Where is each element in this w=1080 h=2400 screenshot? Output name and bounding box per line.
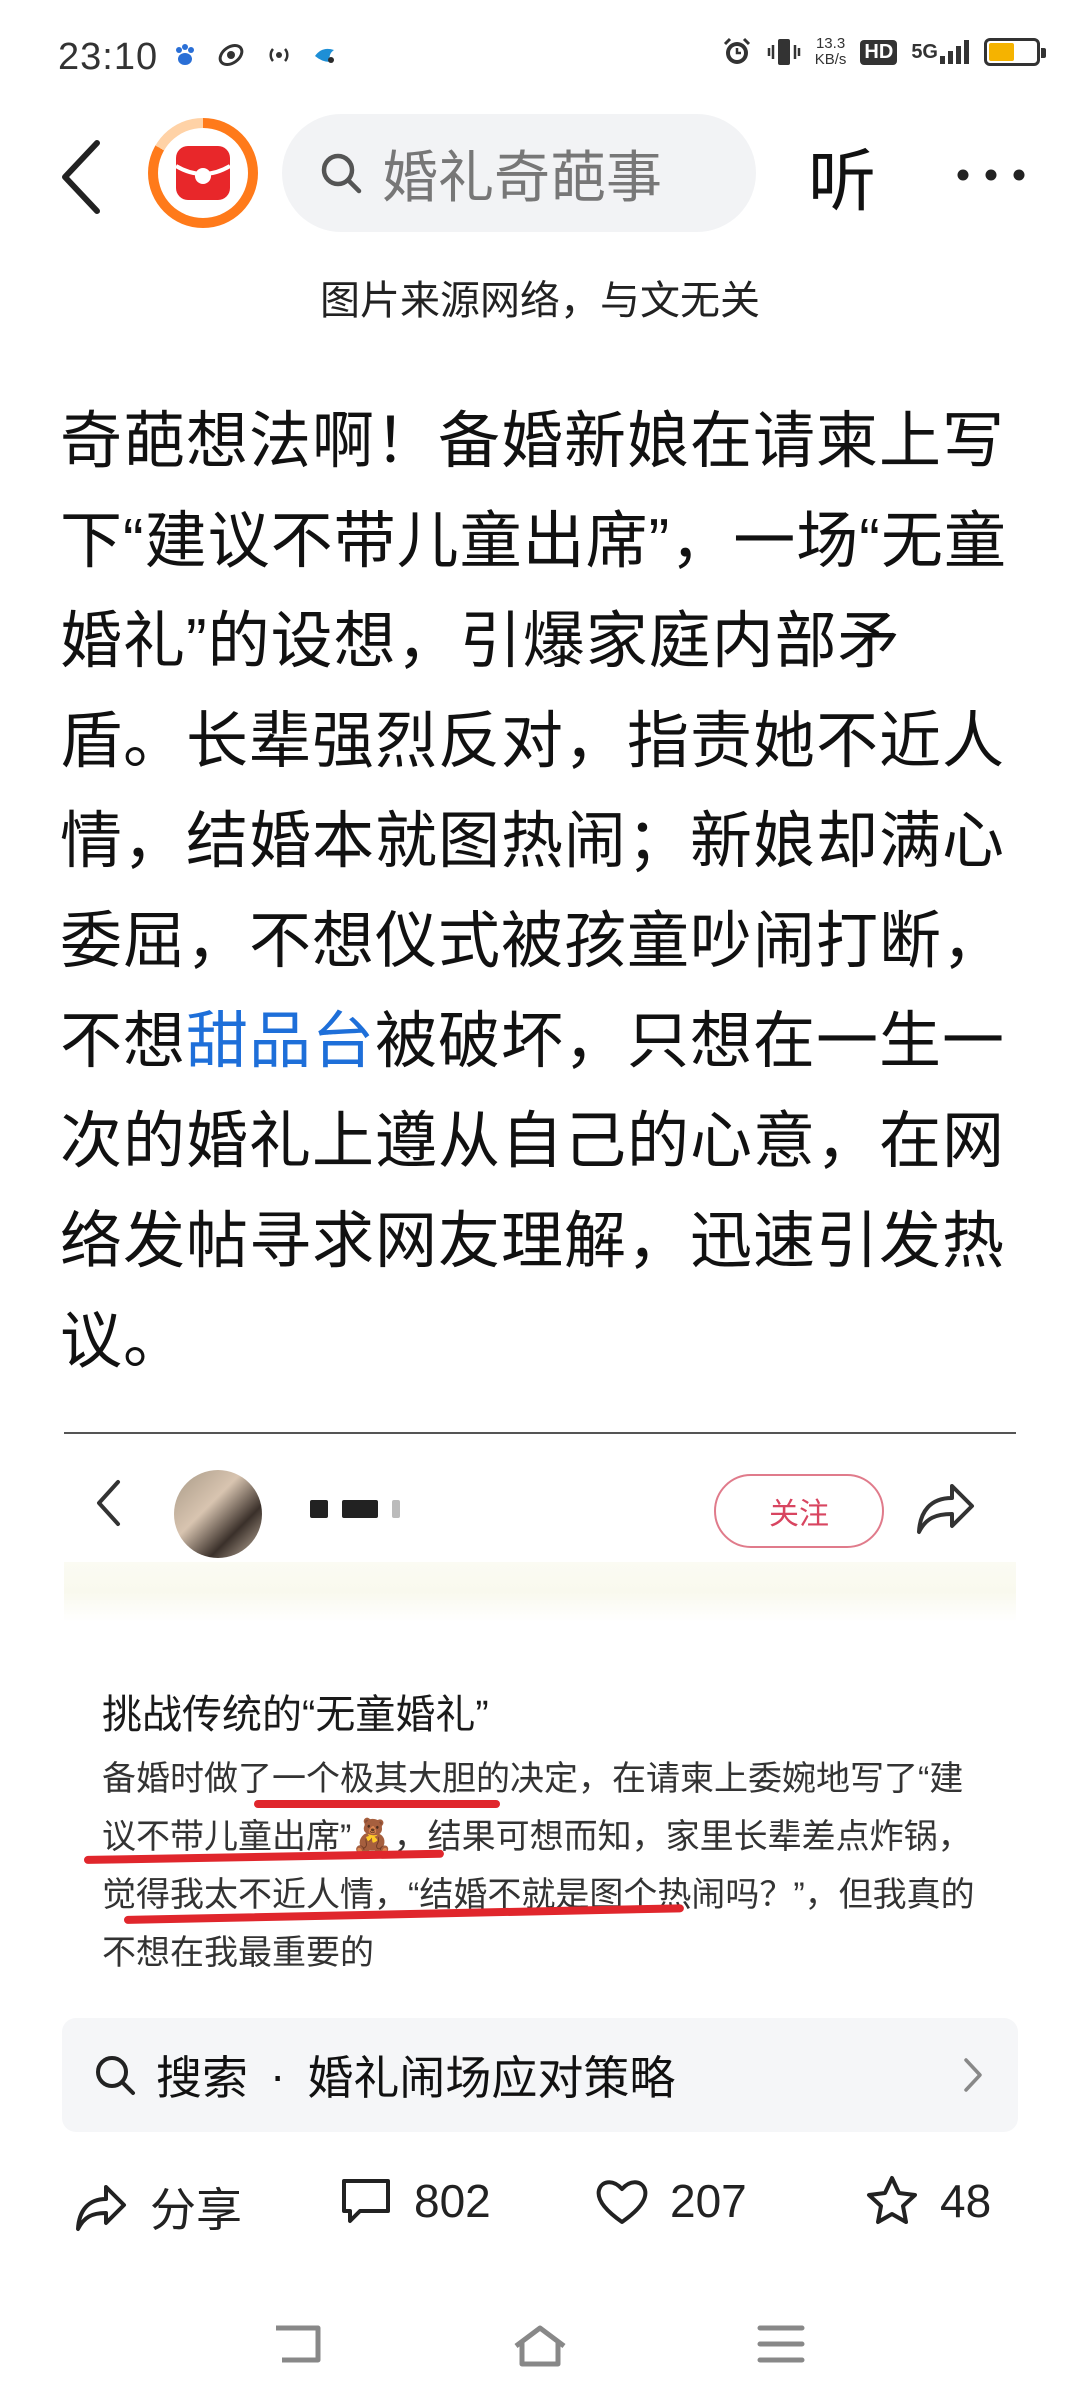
signal-indicator: 5G [911, 40, 970, 64]
chevron-left-icon [62, 140, 100, 214]
red-envelope-icon [174, 146, 232, 200]
embedded-post-body: 备婚时做了一个极其大胆的决定，在请柬上委婉地写了“建议不带儿童出席”🧸，结果可想… [102, 1760, 975, 1972]
share-arrow-icon [917, 1484, 974, 1534]
paw-icon [176, 44, 194, 65]
search-icon [96, 2056, 135, 2095]
status-time: 23:10 [58, 36, 159, 78]
app-notification-icon [218, 43, 244, 67]
article-body: 奇葩想法啊！备婚新娘在请柬上写下“建议不带儿童出席”，一场“无童婚礼”的设想，引… [60, 392, 1020, 1392]
search-icon [321, 153, 362, 194]
battery-tip [1041, 48, 1046, 58]
status-notification-icons [172, 40, 338, 70]
battery-icon [984, 38, 1046, 66]
back-nav-icon[interactable] [272, 2322, 328, 2366]
embedded-follow-button: 关注 [714, 1474, 884, 1548]
embedded-banner-strip [64, 1562, 1016, 1622]
embedded-post-image[interactable]: 关注 挑战传统的“无童婚礼” 备婚时做了一个极其大胆的决定，在请柬上委婉地写了“… [64, 1432, 1016, 2012]
network-speed: 13.3 KB/s [815, 36, 847, 68]
embedded-back-icon [94, 1478, 122, 1533]
image-source-caption: 图片来源网络，与文无关 [320, 279, 760, 323]
status-system-icons: 13.3 KB/s HD 5G [721, 36, 1046, 68]
share-button[interactable]: 分享 [74, 2174, 242, 2240]
more-options-button[interactable] [946, 130, 1036, 220]
chevron-right-icon [964, 2058, 982, 2092]
menu-nav-icon[interactable] [756, 2322, 806, 2366]
heart-icon [596, 2180, 648, 2224]
signal-bars-icon [940, 40, 969, 64]
embedded-avatar [174, 1470, 262, 1558]
share-icon [76, 2185, 126, 2231]
hd-badge: HD [860, 39, 898, 65]
post-action-bar: 分享 802 207 48 [0, 2150, 1080, 2260]
comment-icon [342, 2179, 390, 2223]
system-navigation-bar [0, 2290, 1080, 2400]
chevron-left-icon [97, 1480, 120, 1526]
star-icon [867, 2176, 917, 2224]
status-bar: 23:10 13.3 KB/s HD 5G [0, 0, 1080, 110]
search-suggestion-bar[interactable]: 搜索 · 婚礼闹场应对策略 [62, 2018, 1018, 2132]
favorite-button[interactable]: 48 [864, 2174, 991, 2228]
alarm-icon [723, 37, 750, 64]
network-speed-unit: KB/s [814, 51, 847, 68]
more-dots-icon [957, 169, 1025, 181]
comment-button[interactable]: 802 [338, 2174, 491, 2228]
article-text-part-1: 奇葩想法啊！备婚新娘在请柬上写下“建议不带儿童出席”，一场“无童婚礼”的设想，引… [60, 407, 1007, 1076]
network-type: 5G [911, 41, 938, 63]
like-count: 207 [670, 2175, 747, 2227]
search-suggestion-separator: · [270, 2049, 286, 2101]
comment-count: 802 [414, 2175, 491, 2227]
share-label: 分享 [150, 2184, 242, 2236]
search-input[interactable]: 婚礼奇葩事 [282, 114, 756, 232]
embedded-post-title: 挑战传统的“无童婚礼” [102, 1693, 489, 1737]
embedded-share-icon [914, 1478, 978, 1543]
search-suggestion-term: 婚礼闹场应对策略 [307, 2052, 676, 2104]
app-logo-button[interactable] [148, 118, 258, 228]
search-query-text: 婚礼奇葩事 [382, 145, 662, 209]
like-button[interactable]: 207 [594, 2174, 747, 2228]
app-logo [158, 128, 248, 218]
bird-app-icon [315, 48, 334, 63]
vibrate-icon [767, 39, 800, 65]
network-speed-value: 13.3 [815, 35, 846, 52]
top-nav-bar: 婚礼奇葩事 听 [0, 110, 1080, 240]
battery-level [989, 43, 1014, 61]
back-button[interactable] [46, 132, 116, 222]
embedded-username-redacted [310, 1500, 400, 1518]
search-suggestion-label: 搜索 [156, 2052, 248, 2104]
red-underline [254, 1800, 500, 1808]
home-nav-icon[interactable] [510, 2322, 570, 2370]
hotspot-icon [269, 48, 289, 62]
favorite-count: 48 [940, 2175, 992, 2227]
listen-button[interactable]: 听 [808, 126, 876, 225]
article-keyword-link[interactable]: 甜品台 [186, 1007, 375, 1076]
